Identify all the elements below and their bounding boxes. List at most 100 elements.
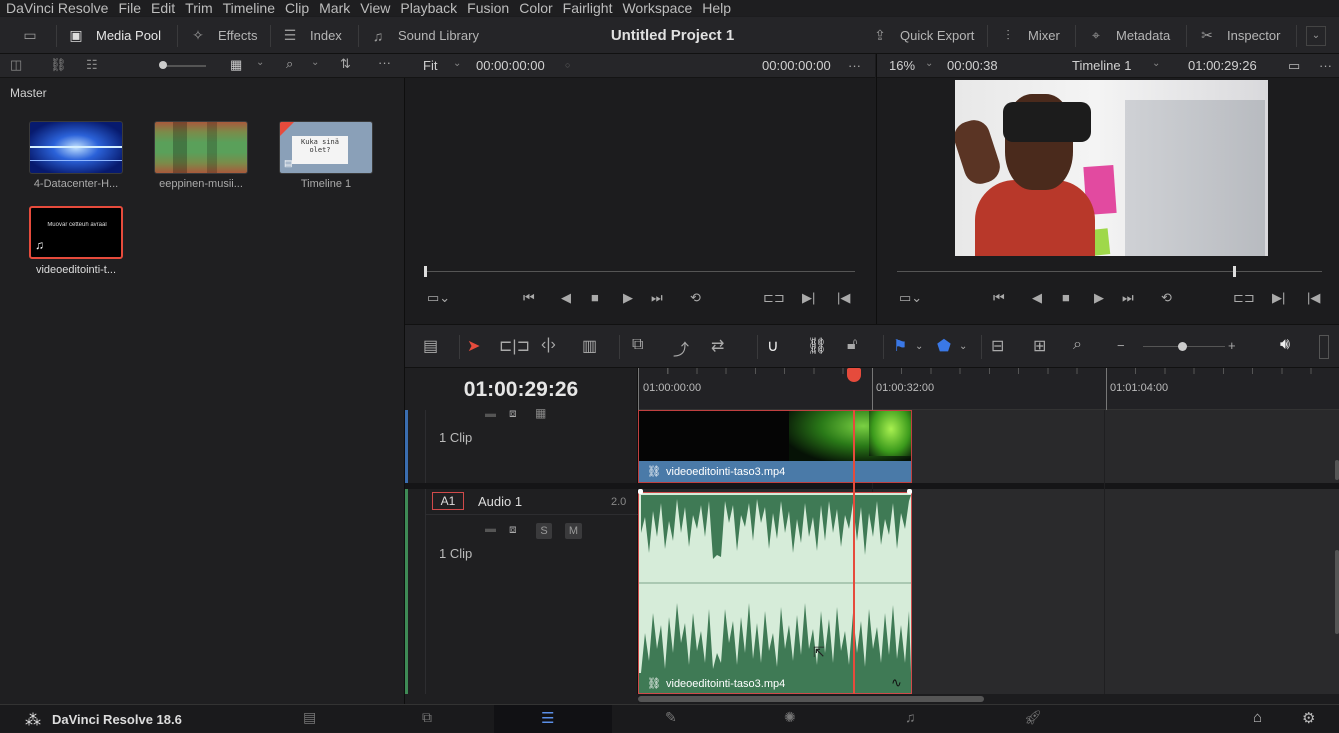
chevron-down-icon[interactable]: ⌄ xyxy=(256,57,264,68)
stop-icon[interactable]: ■ xyxy=(1062,290,1070,305)
video-clip[interactable]: ⛓ videoeditointi-taso3.mp4 xyxy=(638,410,912,483)
reverse-icon[interactable]: ◀ xyxy=(1032,290,1042,306)
zoom-slider-handle[interactable] xyxy=(1178,342,1187,351)
playhead-handle[interactable] xyxy=(424,266,427,277)
lock-icon[interactable]: ▬ xyxy=(485,408,496,420)
media-pool-button[interactable]: ▣ Media Pool xyxy=(66,17,161,54)
mark-in-icon[interactable]: |◀ xyxy=(837,290,850,306)
timeline-view-options-icon[interactable]: ▤ xyxy=(423,336,438,356)
jump-first-icon[interactable]: ⏮ xyxy=(993,290,1005,306)
menu-help[interactable]: Help xyxy=(702,0,731,16)
menu-view[interactable]: View xyxy=(360,0,390,16)
more-options-icon[interactable]: ··· xyxy=(1319,58,1332,73)
menu-file[interactable]: File xyxy=(118,0,141,16)
play-icon[interactable]: ▶ xyxy=(1094,290,1104,306)
more-options-icon[interactable]: ··· xyxy=(848,58,861,73)
playhead-marker[interactable] xyxy=(847,368,861,382)
solo-button[interactable]: S xyxy=(536,523,552,539)
clip-thumbnail[interactable] xyxy=(154,121,248,174)
stop-icon[interactable]: ■ xyxy=(591,290,599,305)
match-frame-icon[interactable]: ⊏⊐ xyxy=(763,290,785,306)
clip-thumbnail-selected[interactable]: Muovar cetteuh avraal ♫ xyxy=(29,206,123,259)
overwrite-clip-icon[interactable]: ⤴ xyxy=(673,336,689,360)
viewer-options-icon[interactable]: ▭⌄ xyxy=(427,290,450,306)
edit-page-tab[interactable]: ☰ xyxy=(494,705,612,733)
mark-out-icon[interactable]: ▶| xyxy=(1272,290,1285,306)
fade-curve-icon[interactable]: ∿ xyxy=(891,675,902,691)
linked-selection-icon[interactable]: ⛓ xyxy=(807,336,827,356)
more-options-icon[interactable]: ··· xyxy=(378,55,391,70)
search-icon[interactable]: ⌕ xyxy=(286,56,293,72)
settings-gear-icon[interactable]: ⚙ xyxy=(1302,709,1315,727)
chevron-down-icon[interactable]: ⌄ xyxy=(1152,58,1160,69)
menu-playback[interactable]: Playback xyxy=(400,0,457,16)
menu-edit[interactable]: Edit xyxy=(151,0,175,16)
mute-button[interactable]: M xyxy=(565,523,582,539)
chevron-down-icon[interactable]: ⌄ xyxy=(311,57,319,68)
marker-icon[interactable]: ⬟ xyxy=(937,336,951,356)
comment-icon[interactable]: ☷ xyxy=(86,57,98,73)
menu-trim[interactable]: Trim xyxy=(185,0,212,16)
jump-last-icon[interactable]: ⏭ xyxy=(651,290,663,306)
fade-handle-right[interactable] xyxy=(907,489,912,494)
timeline-name-select[interactable]: Timeline 1 xyxy=(1072,58,1131,73)
chevron-down-icon[interactable]: ⌄ xyxy=(915,341,923,352)
menu-fairlight[interactable]: Fairlight xyxy=(563,0,613,16)
horizontal-scrollbar[interactable] xyxy=(638,696,984,702)
reverse-icon[interactable]: ◀ xyxy=(561,290,571,306)
slider-handle[interactable] xyxy=(159,61,167,69)
fusion-page-icon[interactable]: ✎ xyxy=(665,709,677,726)
sound-library-button[interactable]: ♫ Sound Library xyxy=(368,17,479,54)
video-enable-icon[interactable]: ▦ xyxy=(535,406,546,420)
zoom-out-icon[interactable]: − xyxy=(1117,338,1125,353)
mark-in-icon[interactable]: |◀ xyxy=(1307,290,1320,306)
vertical-scrollbar[interactable] xyxy=(1335,460,1339,480)
audio-track-name[interactable]: Audio 1 xyxy=(478,494,522,509)
fairlight-page-icon[interactable]: ♫ xyxy=(905,709,916,725)
menu-clip[interactable]: Clip xyxy=(285,0,309,16)
collapse-button[interactable]: ⌄ xyxy=(1306,17,1336,54)
zoom-full-icon[interactable]: ⊟ xyxy=(991,336,1004,356)
insert-clip-icon[interactable]: ⧉ xyxy=(632,336,643,354)
jump-last-icon[interactable]: ⏭ xyxy=(1122,290,1134,306)
sidebar-toggle-icon[interactable]: ◫ xyxy=(10,57,22,73)
vertical-scrollbar[interactable] xyxy=(1335,550,1339,634)
menu-fusion[interactable]: Fusion xyxy=(467,0,509,16)
dynamic-trim-icon[interactable]: ‹|› xyxy=(541,336,556,354)
jump-first-icon[interactable]: ⏮ xyxy=(523,290,535,306)
flag-icon[interactable]: ⚑ xyxy=(893,336,907,356)
timeline-ruler[interactable]: 01:00:00:00 01:00:32:00 01:01:04:00 xyxy=(638,368,1339,410)
layout-presets-button[interactable]: ▭ xyxy=(20,17,50,54)
quick-export-button[interactable]: ⇪ Quick Export xyxy=(870,17,974,54)
zoom-in-icon[interactable]: + xyxy=(1228,338,1236,353)
link-icon[interactable]: ⛓ xyxy=(50,57,67,73)
viewer-options-icon[interactable]: ▭⌄ xyxy=(899,290,922,306)
trim-tool-icon[interactable]: ⊏|⊐ xyxy=(499,336,530,356)
auto-select-icon[interactable]: ⧈ xyxy=(509,406,517,421)
metadata-button[interactable]: ⌖ Metadata xyxy=(1086,17,1170,54)
blade-tool-icon[interactable]: ▥ xyxy=(582,336,597,356)
loop-icon[interactable]: ⟲ xyxy=(690,290,701,306)
menu-timeline[interactable]: Timeline xyxy=(223,0,275,16)
grid-view-icon[interactable]: ▦ xyxy=(230,57,242,73)
media-page-icon[interactable]: ▤ xyxy=(303,709,316,726)
snapping-icon[interactable]: ∪ xyxy=(767,336,779,356)
zoom-select[interactable]: 16% xyxy=(889,58,915,73)
audio-track-id[interactable]: A1 xyxy=(432,492,464,510)
fade-handle-left[interactable] xyxy=(638,489,643,494)
inspector-button[interactable]: ✂ Inspector xyxy=(1197,17,1280,54)
play-icon[interactable]: ▶ xyxy=(623,290,633,306)
clip-thumbnail[interactable]: Kuka sinä olet? ▤ xyxy=(279,121,373,174)
auto-select-icon[interactable]: ⧈ xyxy=(509,522,517,537)
zoom-detail-icon[interactable]: ⊞ xyxy=(1033,336,1046,356)
menu-davinci[interactable]: DaVinci Resolve xyxy=(6,0,108,16)
mixer-button[interactable]: ⫶ Mixer xyxy=(998,17,1060,54)
chevron-down-icon[interactable]: ⌄ xyxy=(453,58,461,69)
position-lock-icon[interactable]: 🔓︎ xyxy=(847,336,857,354)
index-button[interactable]: ☰ Index xyxy=(280,17,342,54)
menu-workspace[interactable]: Workspace xyxy=(622,0,692,16)
chevron-down-icon[interactable]: ⌄ xyxy=(959,341,967,352)
loop-icon[interactable]: ⟲ xyxy=(1161,290,1172,306)
zoom-select[interactable]: Fit xyxy=(423,58,437,73)
lock-icon[interactable]: ▬ xyxy=(485,523,496,535)
